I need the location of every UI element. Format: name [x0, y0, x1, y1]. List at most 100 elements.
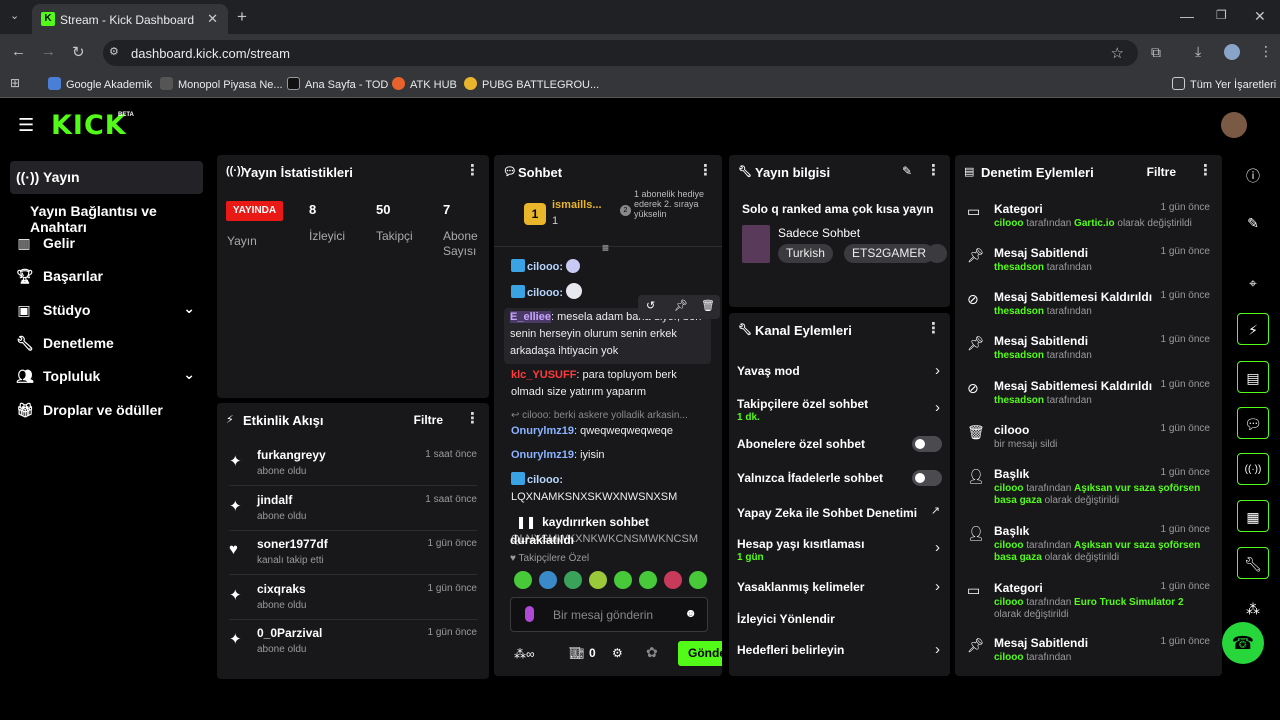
emote-icon[interactable]	[689, 571, 707, 589]
activity-item[interactable]: ♥ soner1977df kanalı takip etti 1 gün önce	[217, 534, 489, 578]
activity-item[interactable]: ✦ jindalf abone oldu 1 saat önce	[217, 490, 489, 534]
mod-log-item[interactable]: 👤︎ Başlık 1 gün önce cilooo tarafından Aşık…	[955, 521, 1222, 565]
mod-log-item[interactable]: 🗑︎ cilooo 1 gün önce bir mesajı sildi	[955, 420, 1222, 464]
mod-log-item[interactable]: 📌︎ Mesaj Sabitlendi 1 gün önce thesadson ta…	[955, 243, 1222, 287]
more-options-icon[interactable]: ⋮	[926, 163, 941, 178]
send-button[interactable]: Gönder	[678, 641, 722, 666]
emote-icon[interactable]	[514, 571, 532, 589]
user-avatar[interactable]	[1221, 112, 1247, 138]
profile-avatar[interactable]	[1224, 44, 1240, 60]
kick-logo[interactable]: KICK	[51, 110, 127, 141]
channel-action-item[interactable]: Yapay Zeka ile Sohbet Denetimi ↗	[729, 504, 950, 534]
maximize-icon[interactable]: ❐	[1216, 8, 1227, 22]
back-icon[interactable]: ←	[11, 43, 26, 60]
mod-filter-button[interactable]: Filtre	[1147, 165, 1176, 179]
chat-paused-banner[interactable]: ❚❚ kaydırırken sohbet duraklatıldı	[510, 513, 706, 547]
more-options-icon[interactable]: ⋮	[926, 321, 941, 336]
toggle-switch[interactable]	[912, 470, 942, 486]
sidebar-item-yayin[interactable]: ((·)) Yayın	[10, 161, 203, 194]
emote-icon[interactable]	[564, 571, 582, 589]
more-options-icon[interactable]: ⋮	[1198, 163, 1213, 178]
activity-item[interactable]: ✦ furkangreyy abone oldu 1 saat önce	[217, 445, 489, 489]
window-close-icon[interactable]: ✕	[1254, 8, 1266, 25]
bookmark-tod[interactable]: Ana Sayfa - TOD	[287, 77, 388, 91]
download-icon[interactable]: ⤓	[1195, 43, 1201, 60]
screenshot-icon[interactable]: ⌖	[1237, 267, 1269, 299]
sidebar-item-basarilar[interactable]: 🏆︎ Başarılar	[10, 260, 203, 293]
tab-search-icon[interactable]: ⌄	[10, 9, 19, 22]
minimize-icon[interactable]: —	[1180, 8, 1194, 24]
bookmark-atk-hub[interactable]: ATK HUB	[392, 77, 457, 91]
hamburger-menu-icon[interactable]: ☰	[18, 115, 34, 136]
broadcast-icon[interactable]: ((·))	[1237, 453, 1269, 485]
url-field[interactable]: ⚙ dashboard.kick.com/stream ☆	[103, 40, 1138, 66]
mod-log-item[interactable]: 📌︎ Mesaj Sabitlendi 1 gün önce cilooo taraf…	[955, 633, 1222, 676]
emoji-icon[interactable]: ☻	[684, 606, 697, 620]
channel-action-item[interactable]: Yavaş mod ›	[729, 362, 950, 392]
site-info-icon[interactable]: ⚙	[109, 45, 119, 58]
emote-icon[interactable]	[664, 571, 682, 589]
emote-picker-icon[interactable]: ✿	[646, 644, 658, 661]
sidebar-item-denetleme[interactable]: 🔧︎ Denetleme	[10, 327, 203, 360]
info-icon[interactable]: ⓘ	[1237, 160, 1269, 192]
document-icon[interactable]: ▤	[1237, 361, 1269, 393]
chat-input[interactable]: Bir mesaj gönderin ☻	[510, 597, 708, 632]
activity-item[interactable]: ✦ cixqraks abone oldu 1 gün önce	[217, 579, 489, 623]
apps-grid-icon[interactable]: ⊞	[10, 76, 20, 90]
delete-message-icon[interactable]: 🗑︎	[701, 299, 715, 312]
mod-log-item[interactable]: ▭ Kategori 1 gün önce cilooo tarafından Gar…	[955, 199, 1222, 243]
bookmark-pubg[interactable]: PUBG BATTLEGROU...	[464, 77, 599, 91]
channel-action-item[interactable]: Hesap yaşı kısıtlaması 1 gün ›	[729, 535, 950, 565]
more-options-icon[interactable]: ⋮	[465, 163, 480, 178]
collapse-icon[interactable]: ≡	[602, 241, 609, 255]
more-options-icon[interactable]: ⋮	[465, 411, 480, 426]
tab-close-icon[interactable]: ✕	[207, 11, 218, 27]
chat-message[interactable]: Onurylmz19: iyisin	[511, 447, 708, 464]
emote-icon[interactable]	[639, 571, 657, 589]
store-icon[interactable]: 🏬︎	[569, 646, 584, 660]
toggle-switch[interactable]	[912, 436, 942, 452]
emote-icon[interactable]	[539, 571, 557, 589]
timeout-icon[interactable]: ↺	[646, 299, 655, 312]
edit-pencil-icon[interactable]: ✎	[902, 164, 912, 178]
extensions-icon[interactable]: ⧉	[1151, 44, 1161, 61]
share-icon[interactable]: ⁂	[1237, 593, 1269, 625]
new-tab-icon[interactable]: +	[237, 7, 247, 27]
emote-icon[interactable]	[589, 571, 607, 589]
chat-message[interactable]: Onurylmz19: qweqweqweqweqe	[511, 423, 708, 440]
browser-tab[interactable]: K Stream - Kick Dashboard ✕	[32, 4, 228, 34]
dashboard-icon[interactable]: ▦	[1237, 500, 1269, 532]
settings-gear-icon[interactable]: ⚙	[612, 646, 623, 660]
mod-log-item[interactable]: ⊘ Mesaj Sabitlemesi Kaldırıldı 1 gün önce t…	[955, 376, 1222, 420]
channel-action-item[interactable]: Hedefleri belirleyin ›	[729, 641, 950, 671]
mod-log-item[interactable]: ▭ Kategori 1 gün önce cilooo tarafından Eur…	[955, 578, 1222, 622]
chat-message[interactable]: klc_YUSUFF: para topluyom berk olmadı si…	[511, 367, 708, 401]
sidebar-item-droplar[interactable]: 🎁︎ Droplar ve ödüller	[10, 394, 203, 427]
menu-icon[interactable]: ⋮	[1259, 43, 1273, 60]
pin-message-icon[interactable]: 📌︎	[674, 299, 688, 312]
activity-filter-button[interactable]: Filtre	[414, 413, 443, 427]
mod-log-item[interactable]: ⊘ Mesaj Sabitlemesi Kaldırıldı 1 gün önce t…	[955, 287, 1222, 331]
sidebar-item-studyo[interactable]: ▣ Stüdyo ⌄	[10, 294, 203, 327]
edit-pencil-icon[interactable]: ✎	[1237, 207, 1269, 239]
lightning-icon[interactable]: ⚡︎	[1237, 313, 1269, 345]
microphone-icon[interactable]	[525, 606, 534, 622]
emote-icon[interactable]	[614, 571, 632, 589]
reload-icon[interactable]: ↻	[72, 43, 85, 61]
star-icon[interactable]: ☆	[1111, 44, 1124, 62]
activity-item[interactable]: ✦ 0_0Parzival abone oldu 1 gün önce	[217, 623, 489, 667]
channel-points-icon[interactable]: ⁂∞	[514, 647, 535, 661]
channel-action-item[interactable]: İzleyici Yönlendir	[729, 610, 950, 640]
bookmark-google-akademik[interactable]: Google Akademik	[48, 77, 152, 91]
support-headset-icon[interactable]: ☎	[1222, 622, 1264, 664]
bookmark-monopol[interactable]: Monopol Piyasa Ne...	[160, 77, 283, 91]
channel-action-item[interactable]: Yasaklanmış kelimeler ›	[729, 578, 950, 608]
all-bookmarks[interactable]: Tüm Yer İşaretleri	[1172, 77, 1276, 91]
sidebar-item-topluluk[interactable]: 👥︎ Topluluk ⌄	[10, 360, 203, 393]
mod-log-item[interactable]: 📌︎ Mesaj Sabitlendi 1 gün önce thesadson ta…	[955, 331, 1222, 375]
sidebar-item-stream-key[interactable]: Yayın Bağlantısı ve Anahtarı	[10, 195, 203, 235]
forward-icon[interactable]: →	[41, 43, 56, 60]
chat-bubble-icon[interactable]: 💬︎	[1237, 407, 1269, 439]
chat-message[interactable]: cilooo:	[511, 259, 708, 276]
sidebar-item-gelir[interactable]: ▥ Gelir	[10, 227, 203, 260]
